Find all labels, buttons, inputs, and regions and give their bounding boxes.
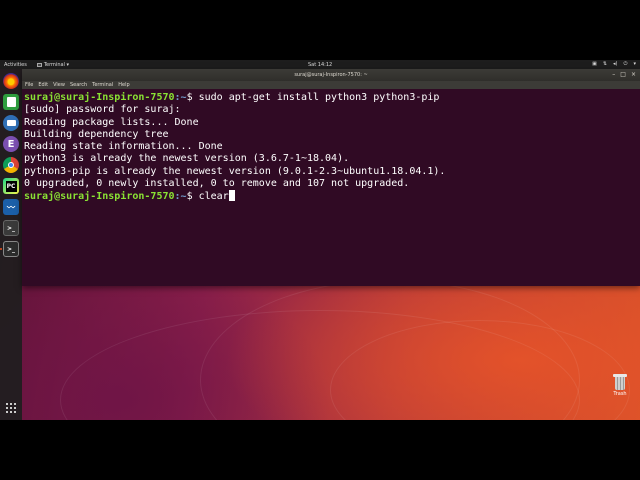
- terminal-line: 0 upgraded, 0 newly installed, 0 to remo…: [24, 178, 410, 190]
- menu-help[interactable]: Help: [118, 82, 129, 88]
- minimize-icon[interactable]: –: [612, 71, 615, 78]
- clock[interactable]: Sat 14:12: [308, 62, 332, 68]
- calc-icon[interactable]: [3, 94, 19, 110]
- active-indicator: [0, 248, 2, 250]
- video-icon[interactable]: ▣: [592, 61, 597, 67]
- window-controls: – □ ×: [612, 71, 636, 78]
- app-menu-label: Terminal ▾: [43, 61, 70, 68]
- prompt-path: :~: [174, 92, 187, 103]
- emacs-icon[interactable]: E: [3, 136, 19, 152]
- menu-file[interactable]: File: [25, 82, 33, 88]
- trash-icon: [613, 374, 627, 390]
- terminal-line: Reading state information... Done: [24, 141, 223, 153]
- terminal-icon[interactable]: >_: [3, 241, 19, 257]
- power-icon[interactable]: ⏻: [624, 61, 628, 67]
- prompt-path: :~: [174, 191, 187, 203]
- show-applications-icon[interactable]: [5, 402, 17, 414]
- command-text: $ sudo apt-get install python3 python3-p…: [186, 92, 440, 103]
- menu-edit[interactable]: Edit: [38, 82, 48, 88]
- terminal-window[interactable]: suraj@suraj-Inspiron-7570: ~ – □ × File …: [22, 69, 640, 286]
- text-cursor: [228, 190, 235, 202]
- command-text: $ clear: [186, 191, 229, 203]
- system-tray[interactable]: ▣ ⇅ ◂) ⏻ ▾: [592, 61, 636, 67]
- trash-label: Trash: [613, 391, 627, 397]
- terminal-line: suraj@suraj-Inspiron-7570:~$ clear: [24, 190, 638, 202]
- menu-terminal[interactable]: Terminal: [92, 82, 113, 88]
- launcher-dock: E PC 〰 >_ >_: [0, 69, 22, 420]
- terminal-mini-icon: [36, 62, 42, 67]
- wireshark-icon[interactable]: 〰: [3, 199, 19, 215]
- prompt-user: suraj@suraj-Inspiron-7570: [24, 191, 175, 203]
- menu-search[interactable]: Search: [70, 82, 87, 88]
- terminal-line: python3 is already the newest version (3…: [24, 153, 350, 165]
- terminal-line: [sudo] password for suraj:: [24, 104, 181, 116]
- trash-desktop-icon[interactable]: Trash: [608, 374, 632, 397]
- screen-frame: Activities Terminal ▾ Sat 14:12 ▣ ⇅ ◂) ⏻…: [0, 60, 640, 420]
- terminal-menubar: File Edit View Search Terminal Help: [22, 81, 640, 89]
- terminal-secondary-icon[interactable]: >_: [3, 220, 19, 236]
- chrome-icon[interactable]: [3, 157, 19, 173]
- menu-view[interactable]: View: [53, 82, 65, 88]
- terminal-line: python3-pip is already the newest versio…: [24, 165, 446, 177]
- window-titlebar[interactable]: suraj@suraj-Inspiron-7570: ~ – □ ×: [22, 69, 640, 81]
- prompt-user: suraj@suraj-Inspiron-7570: [24, 92, 175, 103]
- terminal-line: Building dependency tree: [24, 128, 169, 140]
- activities-button[interactable]: Activities: [4, 62, 27, 68]
- terminal-line: suraj@suraj-Inspiron-7570:~$ sudo apt-ge…: [24, 92, 638, 104]
- menu-arrow-icon[interactable]: ▾: [633, 61, 636, 67]
- volume-icon[interactable]: ◂): [613, 61, 617, 67]
- app-menu[interactable]: Terminal ▾: [36, 61, 70, 68]
- window-title: suraj@suraj-Inspiron-7570: ~: [294, 72, 368, 78]
- terminal-line: Reading package lists... Done: [24, 116, 199, 128]
- maximize-icon[interactable]: □: [620, 71, 626, 78]
- pycharm-icon[interactable]: PC: [3, 178, 19, 194]
- thunderbird-icon[interactable]: [3, 115, 19, 131]
- top-panel: Activities Terminal ▾ Sat 14:12 ▣ ⇅ ◂) ⏻…: [0, 60, 640, 69]
- network-icon[interactable]: ⇅: [603, 61, 607, 67]
- terminal-output[interactable]: suraj@suraj-Inspiron-7570:~$ sudo apt-ge…: [22, 89, 640, 286]
- close-icon[interactable]: ×: [631, 71, 636, 78]
- firefox-icon[interactable]: [3, 73, 19, 89]
